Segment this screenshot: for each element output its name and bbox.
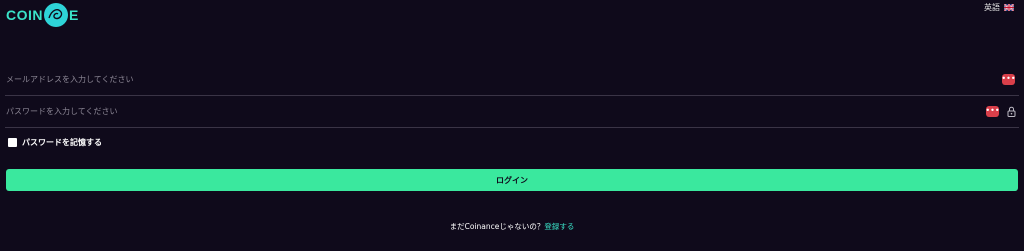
language-label: 英語 <box>984 3 1000 12</box>
remember-password-row[interactable]: パスワードを記憶する <box>8 137 102 148</box>
logo-text-left: COIN <box>6 7 43 23</box>
password-input[interactable] <box>5 95 986 127</box>
email-field-row: ••• <box>5 63 1019 96</box>
uk-flag-icon <box>1003 3 1015 12</box>
autofill-dots-icon[interactable]: ••• <box>985 105 1000 117</box>
signup-prompt: まだCoinanceじゃないの？登録する <box>0 221 1024 232</box>
password-field-row: ••• <box>5 95 1019 128</box>
lock-icon[interactable] <box>1006 105 1016 117</box>
remember-password-checkbox[interactable] <box>8 138 17 147</box>
coinance-logo[interactable]: COIN E <box>6 3 79 27</box>
logo-text-right: E <box>69 7 79 23</box>
signup-link[interactable]: 登録する <box>544 222 574 231</box>
autofill-dots-icon[interactable]: ••• <box>1001 73 1016 85</box>
login-page: COIN E 英語 ••• ••• <box>0 0 1024 251</box>
language-selector[interactable]: 英語 <box>984 2 1015 13</box>
logo-coin-icon <box>44 3 68 27</box>
login-button[interactable]: ログイン <box>6 169 1018 191</box>
remember-password-label: パスワードを記憶する <box>22 138 102 147</box>
signup-prompt-text: まだCoinanceじゃないの？ <box>449 222 545 231</box>
email-input[interactable] <box>5 63 1002 95</box>
